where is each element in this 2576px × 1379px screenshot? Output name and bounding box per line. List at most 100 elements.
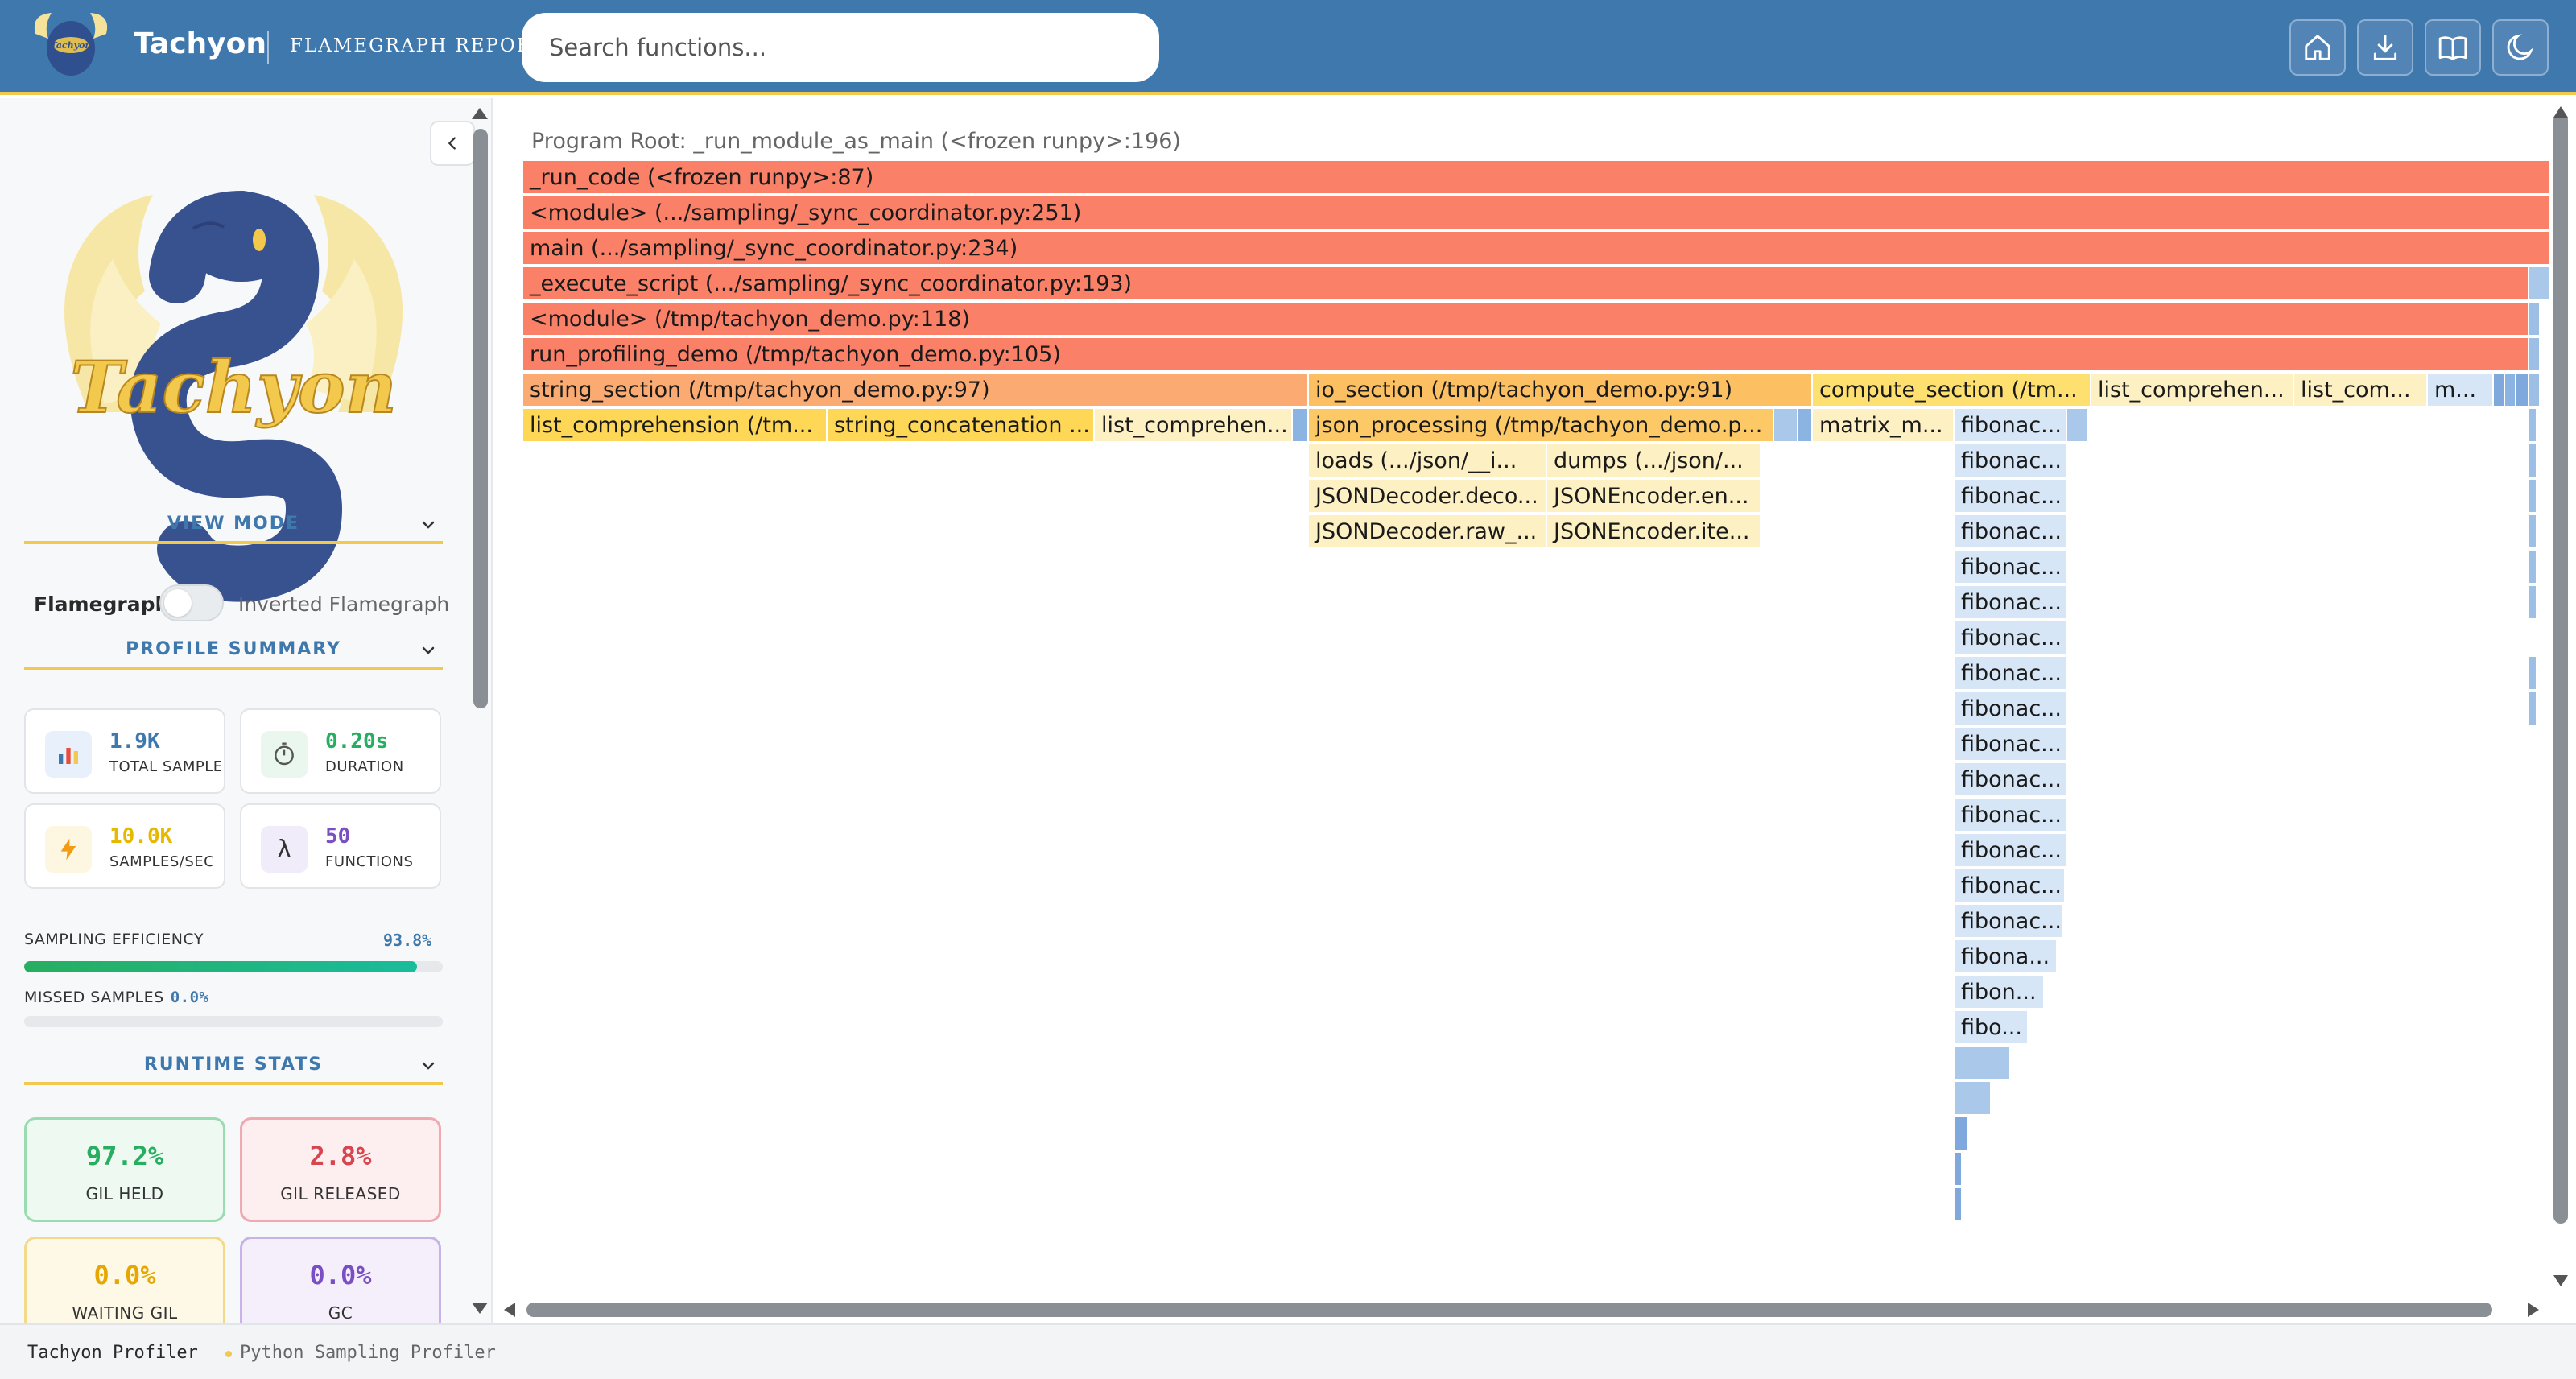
flame-frame[interactable]: run_profiling_demo (/tmp/tachyon_demo.py… [523,338,2529,372]
flamegraph-label: Flamegraph [34,592,170,616]
flamegraph-scroll-down-arrow[interactable] [2553,1275,2568,1286]
flamegraph-scroll-right-arrow[interactable] [2528,1303,2539,1317]
flamegraph-horizontal-scrollbar[interactable] [526,1303,2492,1317]
functions-value: 50 [325,824,351,848]
flame-frame[interactable]: matrix_m... [1813,409,1955,443]
sampling-efficiency-label: SAMPLING EFFICIENCY [24,931,204,948]
flame-frame[interactable]: fibonac... [1955,515,2067,549]
flame-frame[interactable]: fibonac... [1955,444,2067,478]
tachyon-logo-icon[interactable]: Tachyon [27,10,114,84]
flame-frame[interactable]: fibonac... [1955,409,2067,443]
flame-frame[interactable]: fibonac... [1955,799,2067,832]
flame-frame[interactable] [1774,409,1798,443]
flame-frame[interactable] [2067,409,2088,443]
flame-frame[interactable] [2529,586,2537,620]
flame-frame[interactable] [2494,374,2505,407]
flame-frame[interactable]: fibonac... [1955,728,2067,762]
inverted-flamegraph-toggle[interactable] [159,584,224,621]
gil-held-label: GIL HELD [85,1184,164,1204]
flame-frame[interactable] [1955,1117,1969,1151]
flame-frame[interactable]: fibonac... [1955,869,2066,903]
flamegraph-scroll-left-arrow[interactable] [504,1303,515,1317]
flame-frame[interactable]: fibonac... [1955,763,2067,797]
flame-frame[interactable]: fibonac... [1955,905,2064,939]
theme-toggle-button[interactable] [2492,19,2549,76]
flame-frame[interactable] [2529,444,2537,478]
stopwatch-icon [261,731,308,778]
flame-frame[interactable]: loads (.../json/__i... [1309,444,1547,478]
collapse-sidebar-button[interactable] [430,121,475,166]
missed-samples-label: MISSED SAMPLES [24,989,164,1006]
flame-frame[interactable]: JSONDecoder.deco... [1309,480,1547,514]
flame-frame[interactable]: string_section (/tmp/tachyon_demo.py:97) [523,374,1309,407]
runtime-stats-section-header[interactable]: RUNTIME STATS [24,1050,443,1085]
flame-frame[interactable] [2529,303,2541,336]
flame-frame[interactable]: fibon... [1955,976,2045,1009]
flame-frame[interactable]: JSONDecoder.raw_... [1309,515,1547,549]
flame-frame[interactable]: main (.../sampling/_sync_coordinator.py:… [523,232,2550,266]
flame-frame[interactable]: _run_code (<frozen runpy>:87) [523,161,2550,195]
sidebar-scroll-down-arrow[interactable] [472,1303,488,1314]
lambda-icon: λ [261,826,308,873]
home-button[interactable] [2289,19,2346,76]
flame-frame[interactable]: list_comprehen... [1095,409,1293,443]
flame-frame[interactable]: list_comprehension (/tm... [523,409,828,443]
flame-frame[interactable]: string_concatenation ... [828,409,1095,443]
flame-frame[interactable] [2529,267,2550,301]
flame-frame[interactable] [2529,338,2541,372]
flame-frame[interactable]: list_com... [2294,374,2428,407]
flame-frame[interactable] [2529,374,2541,407]
flame-frame[interactable]: fibonac... [1955,480,2067,514]
flame-frame[interactable] [2529,657,2537,691]
flame-frame[interactable] [1955,1047,2011,1080]
flame-frame[interactable]: io_section (/tmp/tachyon_demo.py:91) [1309,374,1813,407]
flame-frame[interactable]: fibonac... [1955,551,2067,584]
flamegraph-scroll-up-arrow[interactable] [2553,106,2568,118]
flame-frame[interactable]: _execute_script (.../sampling/_sync_coor… [523,267,2529,301]
flame-frame[interactable]: JSONEncoder.en... [1547,480,1761,514]
flame-frame[interactable]: list_comprehen... [2091,374,2294,407]
flame-frame[interactable] [1955,1153,1963,1187]
flame-frame[interactable]: fibonac... [1955,834,2067,868]
flame-frame[interactable]: <module> (/tmp/tachyon_demo.py:118) [523,303,2529,336]
chevron-down-icon [422,1062,435,1070]
profile-summary-section-header[interactable]: PROFILE SUMMARY [24,634,443,670]
flame-frame[interactable] [2505,374,2516,407]
flame-frame[interactable] [2529,692,2537,726]
flame-frame[interactable]: fibonac... [1955,621,2067,655]
flame-frame[interactable]: m... [2428,374,2494,407]
flame-frame[interactable] [2529,551,2537,584]
duration-label: DURATION [325,758,404,775]
flame-frame[interactable]: fibo... [1955,1011,2029,1045]
chevron-down-icon [422,521,435,529]
samples-per-sec-card: 10.0K SAMPLES/SEC [24,803,225,889]
flame-frame[interactable]: fibonac... [1955,586,2067,620]
download-button[interactable] [2357,19,2413,76]
view-mode-section-header[interactable]: VIEW MODE [24,509,443,544]
svg-text:Tachyon: Tachyon [70,345,396,429]
flame-frame[interactable]: compute_section (/tm... [1813,374,2091,407]
sidebar-scrollbar-thumb[interactable] [473,129,488,708]
flame-frame[interactable] [2529,409,2537,443]
flame-frame[interactable]: fibonac... [1955,657,2067,691]
flamegraph-vertical-scrollbar[interactable] [2553,113,2568,1224]
sidebar-scroll-up-arrow[interactable] [472,108,488,119]
search-input[interactable] [522,13,1159,82]
flame-frame[interactable] [2529,480,2537,514]
flame-frame[interactable]: fibonac... [1955,692,2067,726]
flame-frame[interactable] [2529,515,2537,549]
flame-frame[interactable]: fibona... [1955,940,2058,974]
flame-frame[interactable] [1955,1082,1992,1116]
flame-frame[interactable] [2516,374,2529,407]
program-root-label: Program Root: _run_module_as_main (<froz… [531,129,1181,154]
total-samples-card: 1.9K TOTAL SAMPLES [24,708,225,794]
flame-frame[interactable]: dumps (.../json/... [1547,444,1761,478]
docs-button[interactable] [2425,19,2481,76]
flame-frame[interactable]: JSONEncoder.ite... [1547,515,1761,549]
footer-description: Python Sampling Profiler [240,1343,496,1363]
flame-frame[interactable] [1798,409,1813,443]
flame-frame[interactable] [1955,1188,1963,1222]
flame-frame[interactable]: json_processing (/tmp/tachyon_demo.p... [1309,409,1774,443]
flame-frame[interactable]: <module> (.../sampling/_sync_coordinator… [523,196,2550,230]
flame-frame[interactable] [1293,409,1309,443]
